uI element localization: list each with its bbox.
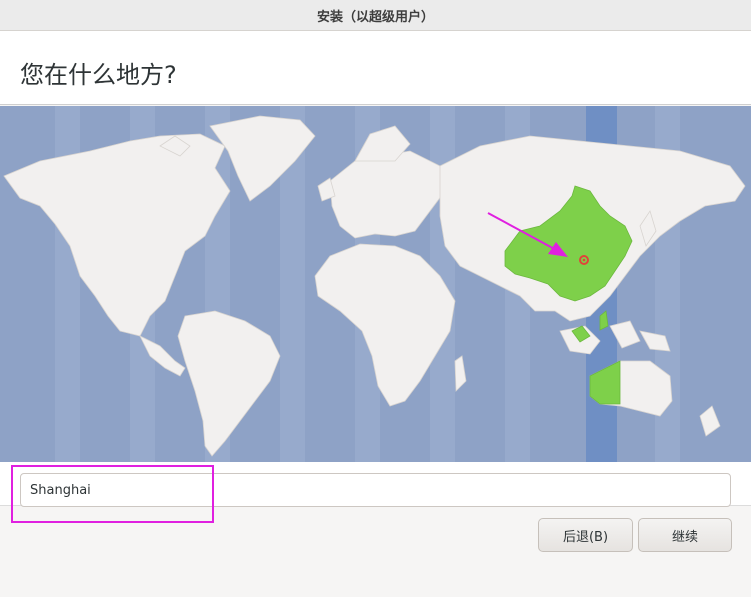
- timezone-map[interactable]: [0, 106, 751, 462]
- location-input[interactable]: [20, 473, 731, 507]
- page-header: 您在什么地方?: [0, 31, 751, 105]
- continue-button[interactable]: 继续: [638, 518, 732, 552]
- location-search-area: [0, 462, 751, 507]
- window-titlebar: 安装（以超级用户）: [0, 0, 751, 31]
- world-map-svg[interactable]: [0, 106, 751, 462]
- page-title: 您在什么地方?: [20, 61, 177, 89]
- back-button[interactable]: 后退(B): [538, 518, 633, 552]
- window-title: 安装（以超级用户）: [316, 9, 434, 25]
